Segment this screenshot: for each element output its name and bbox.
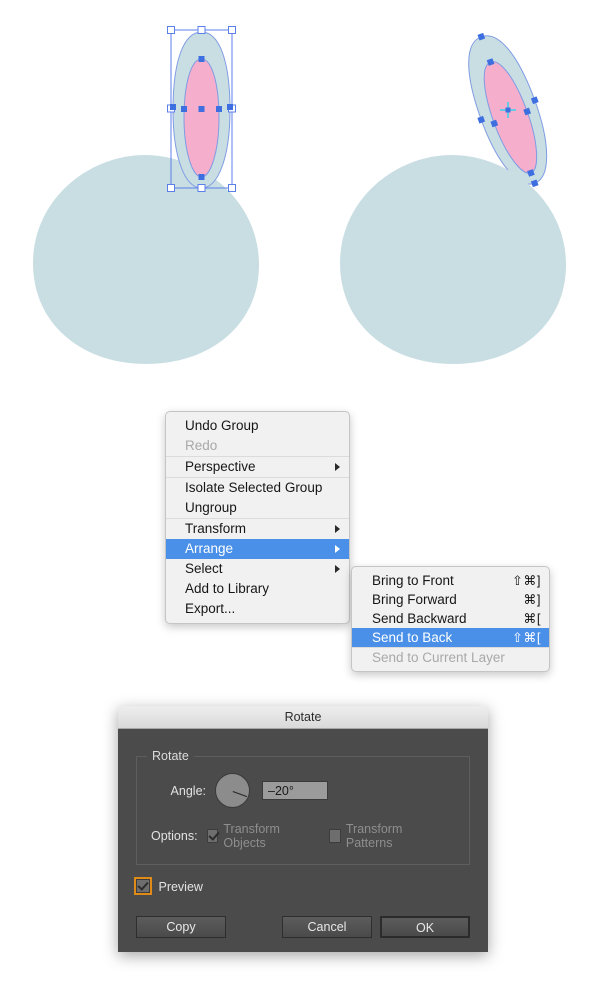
fieldset-legend: Rotate — [147, 749, 194, 763]
submenu-item-send-backward[interactable]: Send Backward ⌘[ — [352, 609, 549, 628]
transform-objects-checkbox — [206, 829, 219, 843]
submenu-item-label: Bring to Front — [372, 573, 454, 588]
menu-item-label: Arrange — [185, 541, 234, 556]
submenu-item-shortcut: ⌘[ — [523, 611, 541, 626]
artwork-left-original — [33, 26, 259, 364]
chevron-right-icon — [335, 545, 340, 553]
submenu-item-label: Send Backward — [372, 611, 467, 626]
button-spacer — [226, 916, 282, 938]
transform-objects-label: Transform Objects — [223, 822, 280, 850]
artwork-right-modified — [340, 32, 566, 364]
menu-item-redo: Redo — [185, 438, 218, 453]
copy-button[interactable]: Copy — [136, 916, 226, 938]
menu-item-transform[interactable]: Transform — [166, 519, 349, 539]
submenu-item-send-to-back[interactable]: Send to Back ⇧⌘[ — [352, 628, 549, 647]
rotation-origin-center — [505, 107, 511, 113]
cancel-button[interactable]: Cancel — [282, 916, 372, 938]
transform-patterns-label: Transform Patterns — [345, 822, 403, 850]
preview-checkbox[interactable] — [136, 879, 150, 893]
menu-group: Isolate Selected Group Ungroup — [166, 477, 349, 518]
options-label: Options: — [151, 829, 198, 843]
canvas-context-menu[interactable]: Undo Group Redo Perspective Isolate Sele… — [165, 411, 350, 624]
angle-input[interactable]: –20° — [262, 781, 328, 800]
menu-group: Undo Group Redo — [166, 416, 349, 456]
menu-item-label: Perspective — [185, 459, 256, 474]
options-row: Options: Transform Objects Transform Pat… — [151, 822, 455, 850]
submenu-item-label: Bring Forward — [372, 592, 457, 607]
menu-item-export[interactable]: Export... — [166, 599, 349, 619]
submenu-item-shortcut: ⇧⌘] — [511, 573, 541, 588]
rabbit-body-left — [33, 155, 259, 364]
submenu-item-bring-forward[interactable]: Bring Forward ⌘] — [352, 590, 549, 609]
menu-item-select[interactable]: Select — [166, 559, 349, 579]
menu-item-perspective[interactable]: Perspective — [166, 457, 349, 477]
angle-label: Angle: — [170, 783, 206, 798]
menu-item-undo-group[interactable]: Undo Group — [166, 416, 349, 436]
menu-item-arrange[interactable]: Arrange — [166, 539, 349, 559]
menu-item-ungroup[interactable]: Ungroup — [166, 498, 349, 518]
menu-item-label: Select — [185, 561, 223, 576]
menu-group: Transform Arrange Select Add to Library … — [166, 518, 349, 619]
chevron-right-icon — [335, 463, 340, 471]
submenu-item-send-to-current-layer: Send to Current Layer — [372, 650, 505, 665]
preview-label: Preview — [158, 880, 203, 894]
dialog-body: Rotate Angle: –20° Options: Transform Ob… — [118, 729, 488, 952]
angle-row: Angle: –20° — [151, 773, 455, 808]
rabbit-inner-ear-left — [183, 58, 220, 178]
rabbit-body-right — [340, 155, 566, 364]
illustration-canvas — [33, 26, 566, 364]
submenu-item-shortcut: ⌘] — [523, 592, 541, 607]
chevron-right-icon — [335, 565, 340, 573]
submenu-group: Send to Current Layer — [352, 647, 549, 667]
submenu-item-label: Send to Back — [372, 630, 453, 645]
submenu-item-bring-to-front[interactable]: Bring to Front ⇧⌘] — [352, 571, 549, 590]
submenu-group: Bring to Front ⇧⌘] Bring Forward ⌘] Send… — [352, 571, 549, 647]
chevron-right-icon — [335, 525, 340, 533]
dialog-title: Rotate — [284, 710, 322, 724]
menu-item-add-to-library[interactable]: Add to Library — [166, 579, 349, 599]
menu-item-isolate-selected-group[interactable]: Isolate Selected Group — [166, 478, 349, 498]
button-gap — [372, 916, 380, 938]
angle-dial[interactable] — [215, 773, 250, 808]
preview-row[interactable]: Preview — [136, 879, 470, 894]
transform-patterns-checkbox — [329, 829, 341, 843]
dialog-buttons: Copy Cancel OK — [136, 916, 470, 938]
ok-button[interactable]: OK — [380, 916, 470, 938]
menu-item-label: Transform — [185, 521, 247, 536]
menu-group: Perspective — [166, 456, 349, 477]
rotate-fieldset: Rotate Angle: –20° Options: Transform Ob… — [136, 749, 470, 865]
submenu-item-shortcut: ⇧⌘[ — [511, 630, 541, 645]
rotate-dialog: Rotate Rotate Angle: –20° Options: Trans… — [118, 706, 488, 952]
arrange-submenu[interactable]: Bring to Front ⇧⌘] Bring Forward ⌘] Send… — [351, 566, 550, 672]
dialog-titlebar[interactable]: Rotate — [118, 706, 488, 729]
